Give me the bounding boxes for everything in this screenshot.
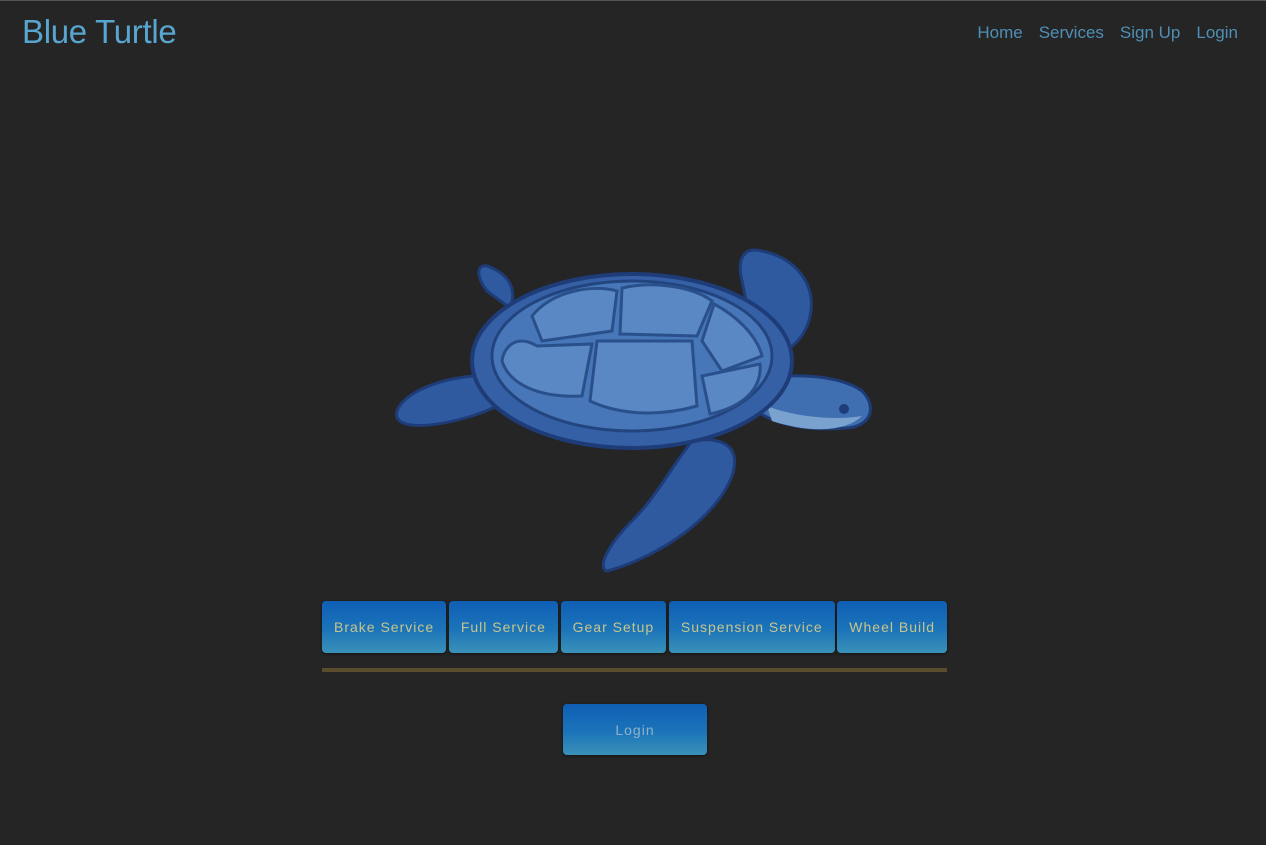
service-buttons: Brake Service Full Service Gear Setup Su…: [322, 601, 947, 653]
nav-link-login[interactable]: Login: [1196, 23, 1238, 43]
nav-link-sign-up[interactable]: Sign Up: [1120, 23, 1180, 43]
nav-link-home[interactable]: Home: [977, 23, 1022, 43]
brake-service-button[interactable]: Brake Service: [322, 601, 447, 653]
sea-turtle-illustration: [395, 248, 872, 573]
navbar: Blue Turtle Home Services Sign Up Login: [0, 1, 1266, 67]
wheel-build-button[interactable]: Wheel Build: [837, 601, 947, 653]
turtle-front-flipper-right: [601, 438, 737, 573]
gear-setup-button[interactable]: Gear Setup: [560, 601, 667, 653]
turtle-rear-flipper-left: [477, 264, 515, 311]
suspension-service-button[interactable]: Suspension Service: [668, 601, 835, 653]
full-service-button[interactable]: Full Service: [448, 601, 558, 653]
brand-title[interactable]: Blue Turtle: [22, 13, 177, 51]
divider: [322, 668, 947, 672]
nav-links: Home Services Sign Up Login: [977, 23, 1238, 43]
login-button[interactable]: Login: [563, 704, 707, 755]
nav-link-services[interactable]: Services: [1039, 23, 1104, 43]
